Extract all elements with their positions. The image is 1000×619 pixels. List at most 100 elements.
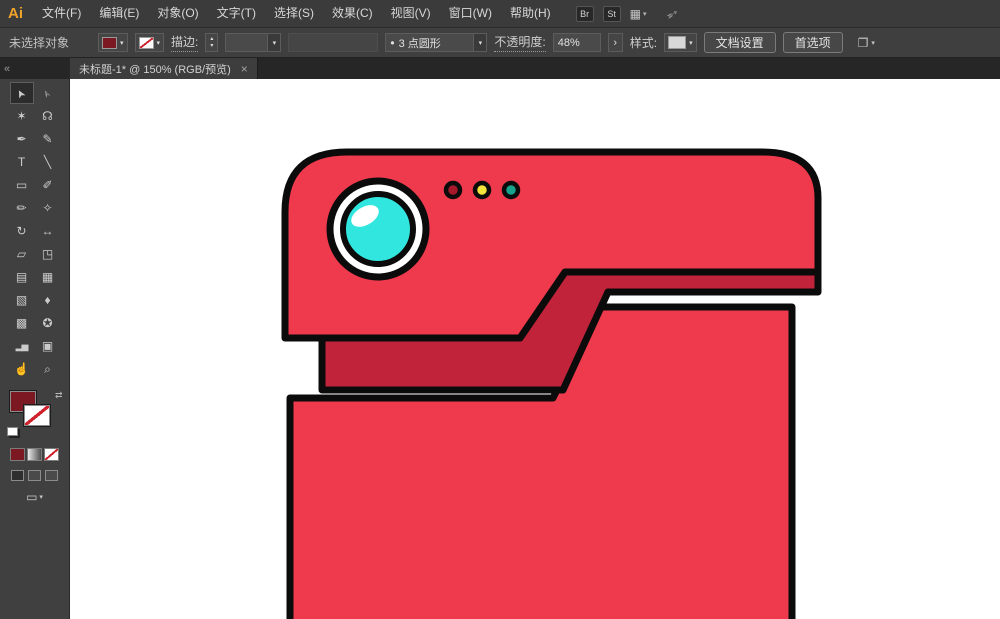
- app-logo-icon[interactable]: Ai: [8, 5, 23, 22]
- fill-color-swatch[interactable]: [102, 36, 118, 49]
- bridge-button[interactable]: Br: [575, 5, 594, 22]
- stepper-up-icon[interactable]: ▴: [210, 36, 213, 43]
- rectangle-tool[interactable]: ▭: [10, 174, 34, 196]
- arrange-documents-button[interactable]: ▦ ▾: [630, 7, 647, 21]
- chevron-down-icon[interactable]: ▾: [267, 34, 281, 51]
- artboard-tool-icon: ▣: [41, 339, 54, 353]
- preferences-button[interactable]: 首选项: [782, 32, 843, 53]
- hand-tool-icon: ☝: [14, 362, 29, 376]
- draw-inside-button[interactable]: [45, 470, 58, 481]
- document-tab[interactable]: 未标题-1* @ 150% (RGB/预览) ×: [70, 58, 258, 79]
- panel-options-button[interactable]: ❐ ▾: [858, 36, 875, 50]
- width-profile-select[interactable]: [288, 33, 379, 52]
- pen-tool[interactable]: ✒: [10, 128, 34, 150]
- stepper-down-icon[interactable]: ▾: [210, 43, 213, 50]
- style-swatch[interactable]: [668, 36, 687, 49]
- color-mode-buttons: [0, 448, 69, 461]
- menu-view[interactable]: 视图(V): [382, 0, 440, 27]
- magic-wand-tool[interactable]: ✶: [10, 105, 34, 127]
- chevron-right-icon: ›: [613, 36, 618, 49]
- indicator-light-red[interactable]: [443, 180, 463, 200]
- lasso-tool[interactable]: ☊: [36, 105, 60, 127]
- panel-icon: ❐: [857, 35, 869, 50]
- rotate-tool[interactable]: ↻: [10, 220, 34, 242]
- perspective-grid-tool[interactable]: ▤: [10, 266, 34, 288]
- blend-tool[interactable]: ▩: [10, 312, 34, 334]
- none-button[interactable]: [44, 448, 59, 461]
- curvature-tool[interactable]: ✎: [36, 128, 60, 150]
- scale-tool[interactable]: ▱: [10, 243, 34, 265]
- swap-fill-stroke-icon[interactable]: ⇄: [55, 390, 63, 401]
- zoom-tool[interactable]: ⌕: [36, 358, 60, 380]
- menu-help[interactable]: 帮助(H): [501, 0, 560, 27]
- column-graph-tool[interactable]: ▂▅: [10, 335, 34, 357]
- pencil-tool[interactable]: ✏: [10, 197, 34, 219]
- stroke-weight-label[interactable]: 描边:: [171, 33, 199, 52]
- stroke-weight-stepper[interactable]: ▴ ▾: [205, 33, 219, 52]
- document-tab-title: 未标题-1* @ 150% (RGB/预览): [79, 63, 231, 76]
- symbol-sprayer-tool-icon: ✪: [42, 316, 53, 330]
- stroke-none-swatch[interactable]: [138, 36, 154, 49]
- style-select[interactable]: ▾: [664, 33, 697, 52]
- rectangle-tool-icon: ▭: [15, 178, 28, 192]
- lens-inner-circle[interactable]: [340, 191, 416, 267]
- menu-window[interactable]: 窗口(W): [440, 0, 501, 27]
- opacity-label[interactable]: 不透明度:: [494, 33, 546, 52]
- brush-select[interactable]: • 3 点圆形 ▾: [385, 33, 488, 52]
- document-setup-button[interactable]: 文档设置: [703, 32, 776, 53]
- chevron-down-icon: ▾: [120, 39, 124, 47]
- shaper-tool[interactable]: ✧: [36, 197, 60, 219]
- menu-object[interactable]: 对象(O): [148, 0, 207, 27]
- hand-tool[interactable]: ☝: [10, 358, 34, 380]
- free-transform-tool[interactable]: ◳: [36, 243, 60, 265]
- control-bar: 未选择对象 ▾ ▾ 描边: ▴ ▾ ▾ • 3 点圆形 ▾ 不透明度: 48% …: [0, 28, 1000, 58]
- perspective-grid-tool-icon: ▤: [15, 270, 28, 284]
- gradient-button[interactable]: [27, 448, 42, 461]
- type-tool[interactable]: T: [10, 151, 34, 173]
- default-fill-stroke-icon[interactable]: [6, 427, 18, 436]
- selection-tool-icon: ➤: [13, 86, 29, 101]
- line-segment-tool[interactable]: ╲: [36, 151, 60, 173]
- arrange-documents-icon: ▦: [629, 6, 641, 21]
- fill-color-control[interactable]: ▾: [98, 33, 128, 52]
- drawing-mode-buttons: [0, 470, 69, 481]
- stroke-swatch[interactable]: [22, 404, 51, 427]
- indicator-light-yellow[interactable]: [472, 180, 492, 200]
- paintbrush-tool[interactable]: ✐: [36, 174, 60, 196]
- menu-file[interactable]: 文件(F): [33, 0, 90, 27]
- width-tool[interactable]: ↔: [36, 220, 60, 242]
- close-icon[interactable]: ×: [241, 63, 248, 75]
- menu-edit[interactable]: 编辑(E): [90, 0, 148, 27]
- menu-bar: Ai 文件(F) 编辑(E) 对象(O) 文字(T) 选择(S) 效果(C) 视…: [0, 0, 1000, 28]
- menu-type[interactable]: 文字(T): [208, 0, 265, 27]
- eyedropper-tool-icon: ♦: [44, 293, 51, 307]
- column-graph-tool-icon: ▂▅: [15, 340, 29, 351]
- tool-grid: ➤ ➣ ✶ ☊ ✒ ✎ T ╲ ▭ ✐ ✏ ✧ ↻ ↔ ▱ ◳ ▤ ▦ ▧ ♦: [0, 79, 69, 380]
- gradient-tool[interactable]: ▧: [10, 289, 34, 311]
- mesh-tool[interactable]: ▦: [36, 266, 60, 288]
- menu-effect[interactable]: 效果(C): [323, 0, 382, 27]
- direct-selection-tool[interactable]: ➣: [36, 82, 60, 104]
- menu-select[interactable]: 选择(S): [265, 0, 323, 27]
- style-label: 样式:: [629, 36, 658, 50]
- stroke-weight-select[interactable]: ▾: [225, 33, 282, 52]
- stroke-color-control[interactable]: ▾: [134, 33, 165, 52]
- canvas-area[interactable]: [70, 79, 1000, 619]
- curvature-tool-icon: ✎: [42, 132, 53, 146]
- collapse-panel-icon[interactable]: «: [4, 63, 10, 75]
- color-button[interactable]: [10, 448, 25, 461]
- selection-tool[interactable]: ➤: [9, 82, 34, 104]
- indicator-light-teal[interactable]: [501, 180, 521, 200]
- symbol-sprayer-tool[interactable]: ✪: [36, 312, 60, 334]
- opacity-more-button[interactable]: ›: [607, 33, 623, 52]
- draw-behind-button[interactable]: [28, 470, 41, 481]
- opacity-input[interactable]: 48%: [552, 33, 601, 52]
- artboard-tool[interactable]: ▣: [36, 335, 60, 357]
- chevron-down-icon[interactable]: ▾: [473, 34, 487, 51]
- draw-normal-button[interactable]: [11, 470, 24, 481]
- screen-mode-button[interactable]: ▭ ▾: [26, 490, 43, 504]
- stock-button[interactable]: St: [602, 5, 621, 22]
- pencil-tool-icon: ✏: [16, 201, 27, 215]
- eyedropper-tool[interactable]: ♦: [36, 289, 60, 311]
- tools-panel-header[interactable]: «: [0, 58, 69, 79]
